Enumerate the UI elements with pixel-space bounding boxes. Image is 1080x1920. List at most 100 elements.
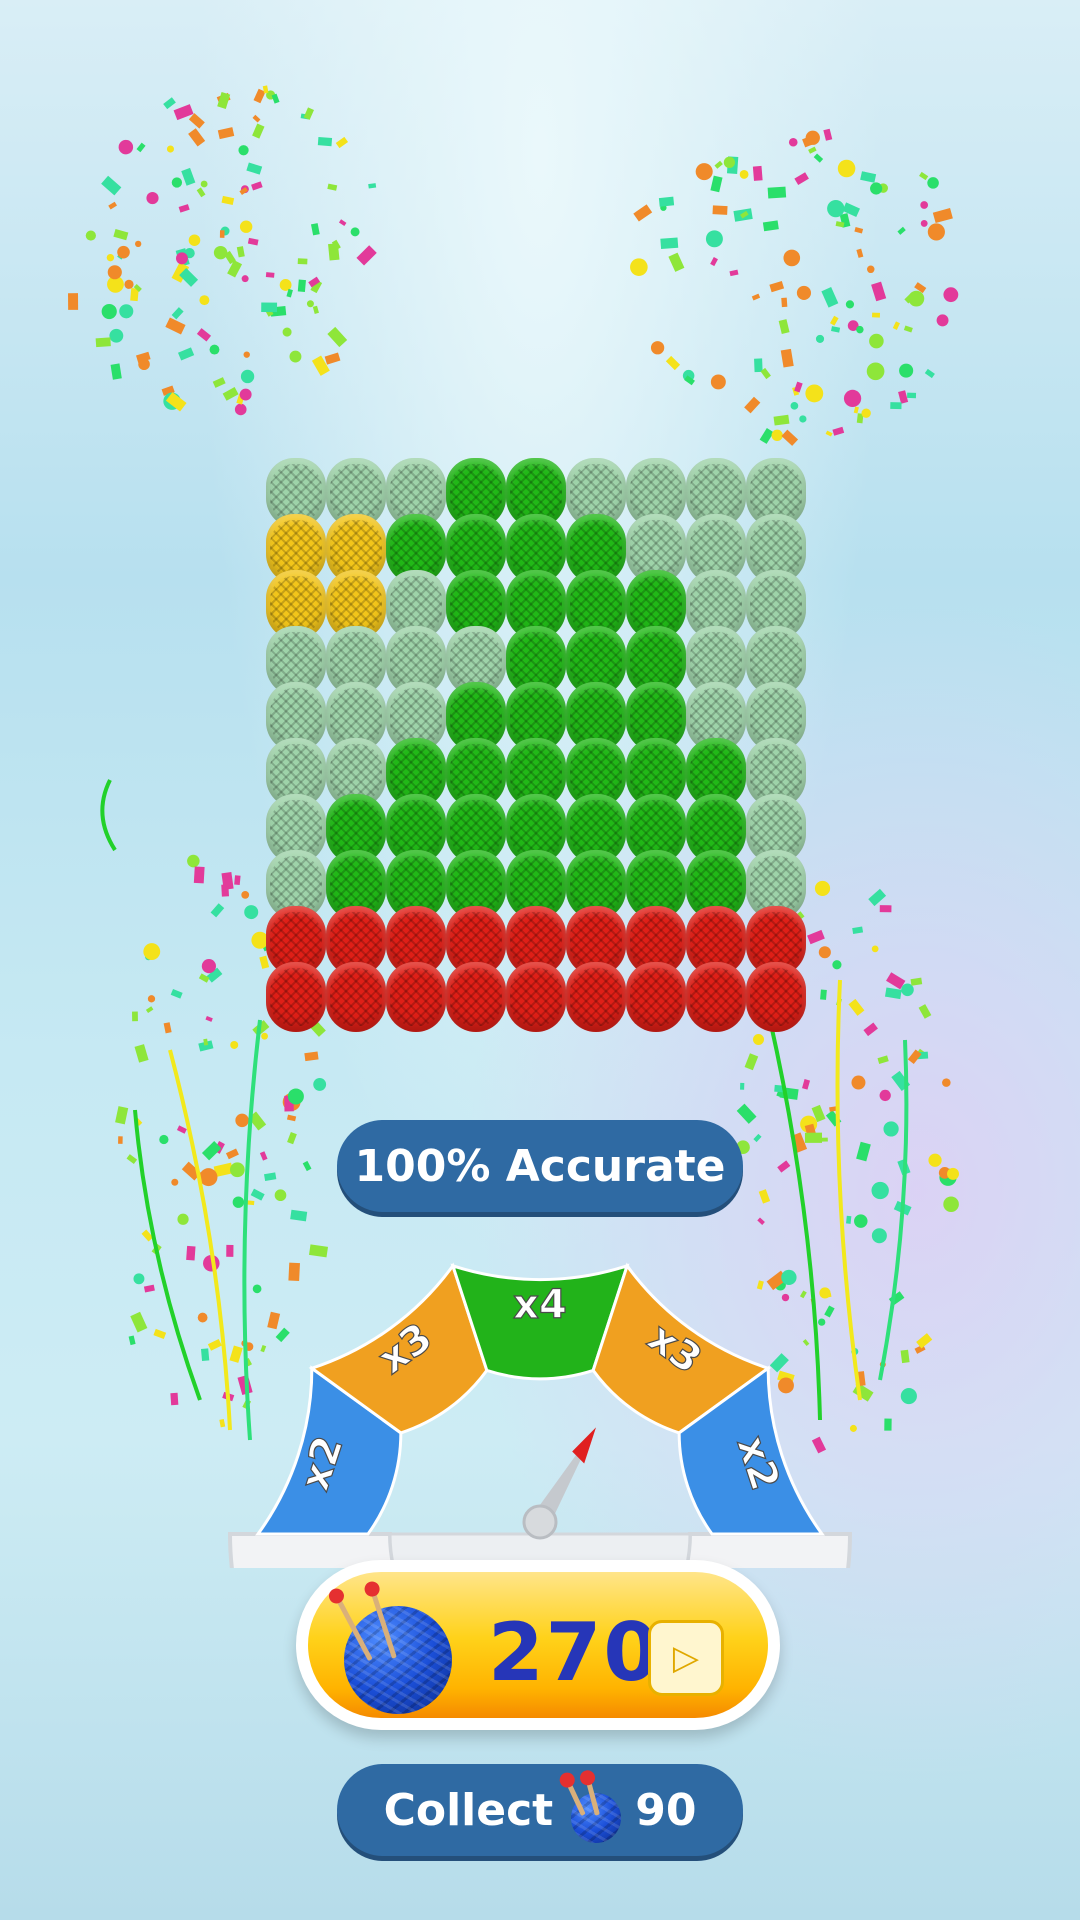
confetti-piece — [252, 123, 265, 139]
confetti-piece — [794, 172, 809, 186]
confetti-piece — [225, 1148, 239, 1160]
confetti-piece — [843, 389, 862, 408]
confetti-piece — [146, 192, 159, 205]
confetti-piece — [871, 1228, 887, 1244]
confetti-piece — [788, 137, 798, 147]
confetti-piece — [897, 226, 906, 235]
confetti-piece — [650, 341, 665, 355]
confetti-piece — [312, 305, 319, 314]
confetti-piece — [159, 1134, 169, 1145]
knit-stitch — [506, 962, 566, 1032]
accuracy-badge: 100% Accurate — [337, 1120, 743, 1212]
confetti-piece — [852, 926, 864, 935]
confetti-piece — [186, 1245, 196, 1261]
confetti-piece — [846, 1215, 852, 1224]
confetti-piece — [232, 1196, 245, 1208]
confetti-piece — [130, 1311, 148, 1333]
confetti-piece — [247, 237, 259, 246]
confetti-piece — [752, 165, 763, 181]
confetti-piece — [238, 145, 249, 156]
confetti-piece — [107, 265, 122, 280]
confetti-piece — [335, 136, 349, 149]
confetti-piece — [201, 959, 216, 974]
confetti-piece — [744, 1053, 759, 1071]
knit-stitch — [566, 962, 626, 1032]
confetti-piece — [633, 204, 653, 222]
confetti-piece — [193, 866, 205, 884]
confetti-piece — [920, 201, 929, 209]
confetti-piece — [837, 159, 856, 178]
confetti-piece — [222, 387, 239, 401]
confetti-piece — [947, 1167, 959, 1180]
confetti-piece — [259, 1151, 268, 1161]
confetti-piece — [170, 988, 183, 999]
multiplier-label: x4 — [513, 1282, 567, 1328]
play-video-icon[interactable]: ▷ — [648, 1620, 724, 1696]
confetti-piece — [264, 1172, 277, 1181]
confetti-piece — [943, 287, 959, 303]
confetti-piece — [241, 275, 249, 283]
confetti-piece — [827, 199, 845, 218]
confetti-piece — [714, 160, 723, 169]
confetti-piece — [920, 219, 928, 227]
confetti-piece — [244, 905, 259, 920]
confetti-piece — [883, 1121, 899, 1137]
confetti-piece — [705, 230, 723, 248]
confetti-piece — [239, 388, 252, 401]
confetti-piece — [856, 1141, 871, 1162]
confetti-piece — [145, 1006, 154, 1014]
confetti-piece — [250, 1188, 265, 1201]
confetti-piece — [106, 253, 115, 262]
confetti-piece — [832, 426, 845, 436]
confetti-piece — [771, 429, 783, 441]
confetti-piece — [861, 408, 871, 418]
confetti-piece — [252, 114, 261, 123]
confetti-piece — [210, 903, 225, 918]
confetti-piece — [119, 304, 134, 319]
confetti-piece — [879, 905, 892, 913]
confetti-piece — [209, 344, 220, 355]
confetti-piece — [247, 1200, 255, 1206]
confetti-piece — [900, 1388, 917, 1405]
confetti-piece — [128, 1335, 136, 1346]
confetti-piece — [115, 1106, 129, 1125]
confetti-piece — [767, 186, 787, 199]
confetti-piece — [892, 321, 900, 330]
confetti-piece — [118, 139, 134, 155]
confetti-piece — [871, 281, 887, 302]
confetti-piece — [213, 245, 228, 260]
confetti-piece — [163, 97, 176, 110]
confetti-piece — [781, 297, 788, 308]
confetti-piece — [147, 995, 156, 1003]
confetti-piece — [854, 226, 864, 234]
confetti-piece — [871, 1181, 889, 1200]
confetti-piece — [201, 1348, 210, 1361]
confetti-piece — [758, 1189, 771, 1204]
confetti-piece — [740, 1082, 745, 1090]
confetti-piece — [769, 280, 785, 293]
collect-button[interactable]: Collect 90 — [337, 1764, 743, 1856]
confetti-piece — [898, 390, 909, 404]
confetti-piece — [171, 307, 184, 320]
bonus-reward-button[interactable]: 270 ▷ — [296, 1560, 780, 1730]
confetti-piece — [778, 319, 790, 334]
confetti-piece — [757, 1217, 765, 1225]
confetti-piece — [752, 1033, 765, 1046]
confetti-piece — [799, 415, 807, 423]
confetti-piece — [197, 1312, 208, 1323]
confetti-piece — [710, 257, 718, 267]
confetti-piece — [118, 1136, 123, 1144]
multiplier-meter: x2 x3 x4 x3 x2 — [226, 1248, 854, 1846]
confetti-piece — [903, 325, 913, 333]
collect-value: 90 — [635, 1784, 697, 1836]
confetti-piece — [302, 1160, 312, 1172]
confetti-piece — [328, 243, 340, 261]
confetti-piece — [710, 374, 726, 390]
confetti-piece — [187, 854, 200, 868]
confetti-piece — [871, 945, 879, 953]
confetti-streamer — [168, 1049, 232, 1431]
confetti-piece — [240, 369, 255, 384]
confetti-piece — [916, 1333, 933, 1349]
confetti-piece — [188, 113, 205, 129]
confetti-piece — [234, 403, 247, 416]
